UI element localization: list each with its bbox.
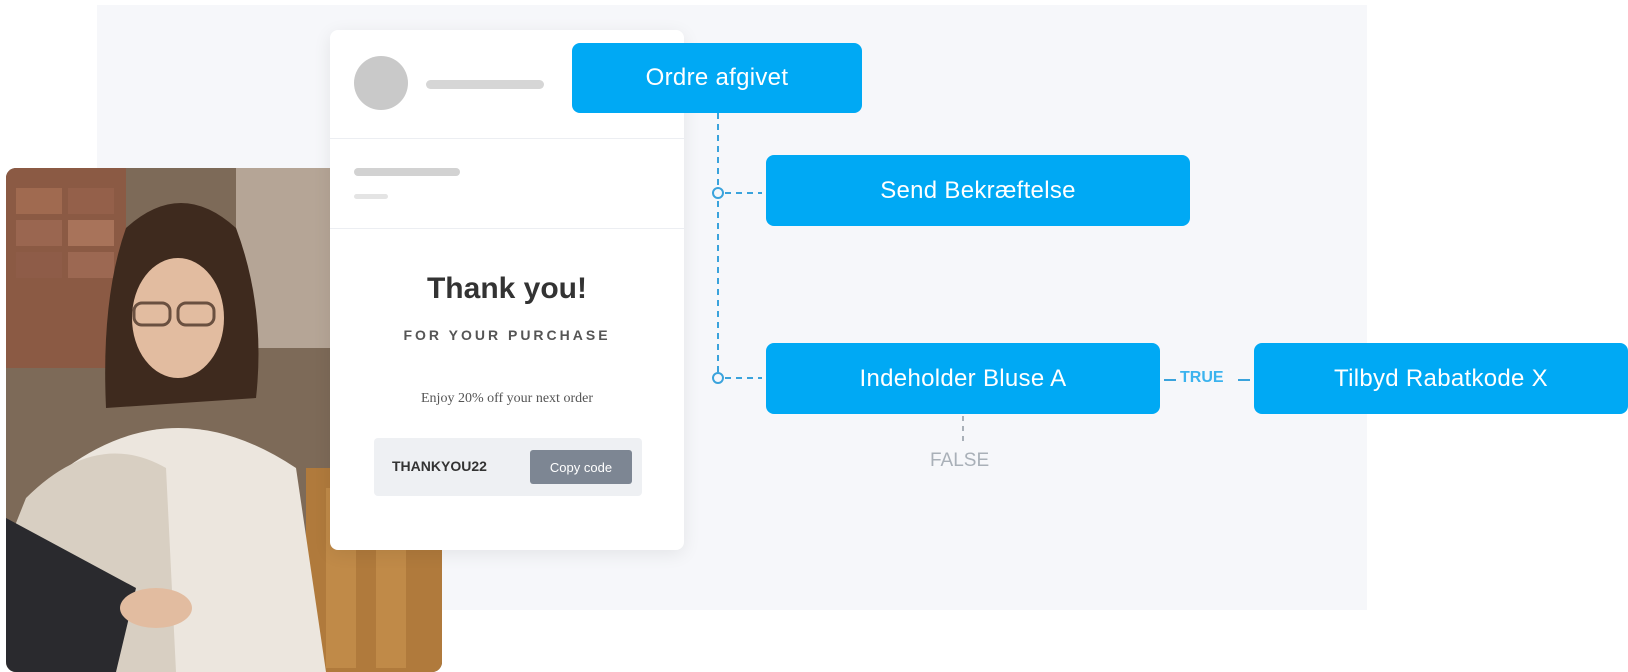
true-branch-label: TRUE xyxy=(1180,369,1224,386)
node-connector-dot-condition xyxy=(712,372,724,384)
false-branch-label: FALSE xyxy=(930,450,990,471)
node-connector-dot-send xyxy=(712,187,724,199)
condition-node-contains-product[interactable]: Indeholder Bluse A xyxy=(766,343,1160,414)
trigger-node-order-placed[interactable]: Ordre afgivet xyxy=(572,43,862,113)
action-node-offer-discount[interactable]: Tilbyd Rabatkode X xyxy=(1254,343,1628,414)
action-node-send-confirmation[interactable]: Send Bekræftelse xyxy=(766,155,1190,226)
